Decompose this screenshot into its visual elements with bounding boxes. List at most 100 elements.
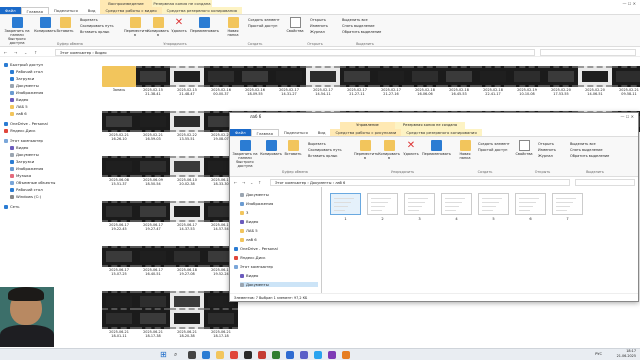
nav-item[interactable]: Загрузки [10,159,34,164]
nav-item[interactable]: Яндекс.Диск [4,128,35,133]
video-thumbnail[interactable] [102,201,136,222]
video-thumbnail[interactable] [102,308,136,329]
window2-recent-chevron-icon[interactable]: ⌄ [250,180,253,185]
nav-item[interactable]: Изображения [10,166,43,171]
back-arrow-icon[interactable]: ← [4,50,7,55]
video-thumbnail[interactable] [510,66,544,87]
history-button[interactable]: Журнал [310,30,325,34]
video-thumbnail[interactable] [340,66,374,87]
window2-nav-item[interactable]: Изображения [240,201,273,206]
window2-nav-item[interactable]: Видео [240,219,258,224]
window2-nav-item[interactable]: ЛАБ 5 [240,228,258,233]
nav-item[interactable]: Загрузки [10,76,34,81]
video-thumbnail[interactable] [272,66,306,87]
paste-shortcut-button[interactable]: Вставить ярлык [80,30,110,34]
nav-item[interactable]: Изображения [10,90,43,95]
video-thumbnail[interactable] [476,66,510,87]
video-thumbnail[interactable] [238,66,272,87]
nav-item[interactable]: OneDrive - Personal [4,121,48,126]
easy-access-button[interactable]: Простой доступ [248,24,277,28]
video-thumbnail[interactable] [170,156,204,177]
nav-item[interactable]: Windows (C:) [10,194,41,199]
document-page-thumbnail[interactable] [330,193,361,215]
paste-button[interactable]: Вставить [54,17,76,33]
tab-file[interactable]: Файл [0,7,21,14]
video-thumbnail[interactable] [544,66,578,87]
window2-copy-button[interactable]: Копировать [260,140,282,156]
properties-button[interactable]: Свойства [284,17,306,33]
move-to-button[interactable]: Переместить в [124,17,148,37]
copy-to-button[interactable]: Копировать в [147,17,169,37]
delete-button[interactable]: ✕ Удалить [168,17,190,33]
nav-item[interactable]: Документы [10,152,39,157]
video-thumbnail[interactable] [204,308,238,329]
context-tab-backup[interactable]: Резервная копия не создана [152,0,212,7]
video-thumbnail[interactable] [170,66,204,87]
telegram-icon[interactable] [314,351,322,359]
window2-tab-home[interactable]: Главная [250,129,279,136]
invert-selection-button[interactable]: Обратить выделение [342,30,381,34]
window2-nav-item[interactable]: лаб 6 [240,237,257,242]
document-page-thumbnail[interactable] [552,193,583,215]
copy-button[interactable]: Копировать [34,17,56,33]
video-thumbnail[interactable] [136,66,170,87]
new-item-button[interactable]: Создать элемент [248,18,280,22]
video-thumbnail[interactable] [306,66,340,87]
document-page-thumbnail[interactable] [478,193,509,215]
pin-quick-access-button[interactable]: Закрепить на панели быстрого доступа [2,17,32,45]
video-thumbnail[interactable] [136,246,170,267]
teams-icon[interactable] [300,351,308,359]
video-thumbnail[interactable] [136,111,170,132]
window-controls[interactable]: — ☐ ✕ [623,1,636,6]
copy-path-button[interactable]: Скопировать путь [80,24,114,28]
nav-item[interactable]: ЛАБ 5 [10,104,28,109]
video-thumbnail[interactable] [102,246,136,267]
document-page-thumbnail[interactable] [404,193,435,215]
context-tab-playback[interactable]: Воспроизведение [100,0,152,7]
window2-tab-file[interactable]: Файл [230,129,251,136]
video-thumbnail[interactable] [102,156,136,177]
recorder-icon[interactable] [258,351,266,359]
edge-icon[interactable] [202,351,210,359]
breadcrumb-this-pc[interactable]: Этот компьютер [275,181,306,185]
clock[interactable]: 18:17 21.06.2025 [617,349,636,359]
app-icon[interactable] [244,351,252,359]
select-all-button[interactable]: Выделить все [342,18,368,22]
video-thumbnail[interactable] [136,201,170,222]
nav-item[interactable]: Видео [10,145,28,150]
rename-button[interactable]: Переименовать [190,17,219,33]
app-purple-icon[interactable] [328,351,336,359]
forward-arrow-icon[interactable]: → [14,50,17,55]
nav-item[interactable]: Этот компьютер [4,138,43,143]
nav-item[interactable]: Быстрый доступ [4,62,43,67]
window2-nav-item[interactable]: 3 [240,210,248,215]
video-thumbnail[interactable] [170,111,204,132]
video-thumbnail[interactable] [170,308,204,329]
open-button[interactable]: Открыть [310,18,326,22]
window2-pin-button[interactable]: Закрепить на панели быстрого доступа [232,140,258,168]
breadcrumb-video[interactable]: Видео [95,51,107,55]
window2-paste-button[interactable]: Вставить [282,140,304,156]
whatsapp-icon[interactable] [272,351,280,359]
video-thumbnail[interactable] [578,66,612,87]
video-thumbnail[interactable] [136,308,170,329]
window2-nav-item[interactable]: Видео [240,273,258,278]
address-path[interactable]: Этот компьютер › Видео [55,49,535,56]
select-none-button[interactable]: Снять выделение [342,24,375,28]
window2-nav-item[interactable]: Яндекс.Диск [234,255,265,260]
window2-nav-item[interactable]: Документы [240,282,318,287]
video-thumbnail[interactable] [204,66,238,87]
video-thumbnail[interactable] [408,66,442,87]
recent-chevron-icon[interactable]: ⌄ [24,50,27,55]
tab-share[interactable]: Поделиться [49,7,83,14]
search-input[interactable] [540,49,636,56]
document-page-thumbnail[interactable] [367,193,398,215]
tab-view[interactable]: Вид [83,7,101,14]
nav-item[interactable]: Музыка [10,173,31,178]
nav-item[interactable]: Объемные объекты [10,180,55,185]
nav-item[interactable]: Документы [10,83,39,88]
window2-nav-item[interactable]: Этот компьютер [234,264,273,269]
task-view-icon[interactable] [188,351,196,359]
video-thumbnail[interactable] [136,156,170,177]
document-page-thumbnail[interactable] [515,193,546,215]
